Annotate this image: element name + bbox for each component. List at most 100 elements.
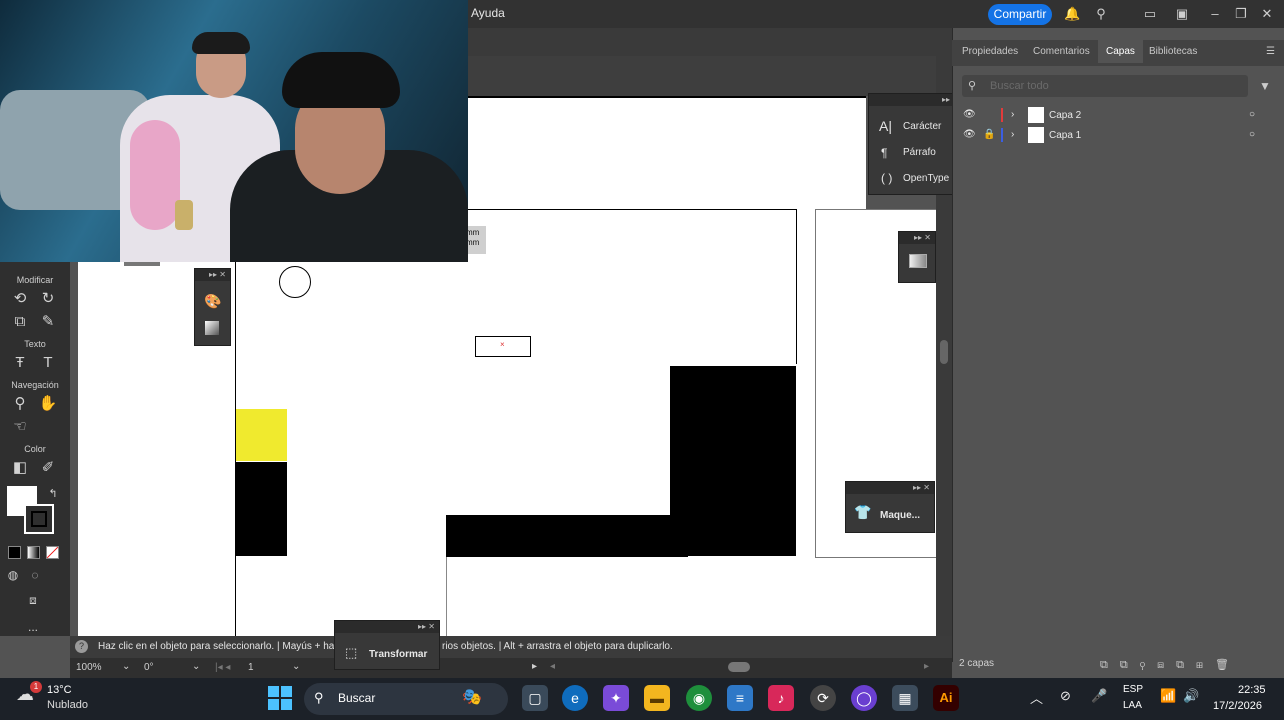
help-icon[interactable]: ? (75, 640, 88, 653)
visibility-icon[interactable]: 👁 (963, 109, 976, 120)
color-mode-icon[interactable] (8, 546, 21, 559)
swatch-icon[interactable] (205, 321, 219, 335)
type-icon[interactable]: T (37, 353, 59, 373)
menu-ayuda[interactable]: Ayuda (471, 6, 505, 20)
black-block-right[interactable] (670, 366, 796, 556)
tab-bibliotecas[interactable]: Bibliotecas (1149, 46, 1197, 57)
microphone-icon[interactable]: 🎤 (1091, 688, 1107, 704)
edge-icon[interactable]: e (562, 685, 588, 711)
notepad-icon[interactable]: ≡ (727, 685, 753, 711)
calculator-icon[interactable]: ▦ (892, 685, 918, 711)
target-icon[interactable]: ○ (1249, 109, 1255, 120)
maqueta-label[interactable]: Maque... (880, 510, 920, 521)
location-off-icon[interactable]: ⊘ (1060, 688, 1071, 704)
artboard-top[interactable] (468, 96, 866, 212)
close-icon[interactable]: ✕ (1259, 6, 1275, 22)
black-rectangle-left[interactable] (236, 462, 287, 556)
restore-icon[interactable]: ❐ (1233, 6, 1249, 22)
assistant-icon[interactable]: ◯ (851, 685, 877, 711)
panel-header[interactable]: ▸▸ ✕ (846, 482, 934, 494)
language-layout[interactable]: LAA (1123, 700, 1142, 711)
folder-icon[interactable]: ▬ (644, 685, 670, 711)
color-mini-panel[interactable]: ▸▸ ✕ 🎨 (194, 268, 231, 346)
tab-propiedades[interactable]: Propiedades (962, 46, 1018, 57)
gradient-mini-panel[interactable]: ▸▸ ✕ (898, 231, 936, 283)
panel-header[interactable]: ▸▸ ✕ (195, 269, 230, 281)
draw-normal-icon[interactable]: ◍ (2, 565, 24, 585)
scroll-left-icon[interactable]: ◂ (550, 661, 555, 672)
none-mode-icon[interactable] (46, 546, 59, 559)
screen-mode-icon[interactable]: ⧈ (22, 590, 44, 610)
shape-builder-icon[interactable]: ⧉ (9, 312, 31, 332)
rotate-view-icon[interactable]: ⟲ (9, 289, 31, 309)
play-icon[interactable]: ▸ (532, 661, 537, 672)
layer-row[interactable]: 👁 🔒 › Capa 1 ○ (955, 126, 1284, 145)
rotation-value[interactable]: 0° (144, 662, 154, 673)
chevron-down-icon[interactable]: ⌄ (122, 661, 130, 672)
weather-desc[interactable]: Nublado (47, 699, 88, 711)
layer-name[interactable]: Capa 2 (1049, 110, 1081, 121)
rotate-hand-icon[interactable]: ☜ (9, 417, 31, 437)
expand-icon[interactable]: › (1011, 129, 1014, 140)
chrome-icon[interactable]: ◉ (686, 685, 712, 711)
first-artboard-icon[interactable]: |◂ ◂ (215, 662, 230, 673)
stroke-swatch[interactable] (24, 504, 54, 534)
zoom-icon[interactable]: ⚲ (9, 394, 31, 414)
bell-icon[interactable]: 🔔 (1064, 6, 1080, 22)
chevron-down-icon[interactable]: ⌄ (292, 661, 300, 672)
arrange-icon[interactable]: ▣ (1174, 6, 1190, 22)
panel-header[interactable]: ▸▸ ✕ (899, 232, 935, 244)
panel-header[interactable]: ▸▸ ✕ (335, 621, 439, 633)
layer-row[interactable]: 👁 › Capa 2 ○ (955, 106, 1284, 125)
pencil-icon[interactable]: ✎ (37, 312, 59, 332)
rotate-icon[interactable]: ↻ (37, 289, 59, 309)
app-icon[interactable]: ⟳ (810, 685, 836, 711)
yellow-rectangle[interactable] (236, 409, 287, 461)
artboard-number[interactable]: 1 (248, 662, 254, 673)
task-view-icon[interactable]: ▢ (522, 685, 548, 711)
character-item[interactable]: Carácter (903, 121, 941, 132)
swap-colors-icon[interactable]: ↰ (42, 484, 64, 504)
volume-icon[interactable]: 🔊 (1183, 688, 1199, 704)
clock-date[interactable]: 17/2/2026 (1213, 700, 1262, 712)
chevron-up-icon[interactable]: ︿ (1030, 688, 1043, 707)
gradient-icon[interactable] (909, 254, 927, 268)
start-button[interactable] (268, 686, 292, 710)
type-panel[interactable]: ▸▸ ✕ A| Carácter ¶ Párrafo ( ) OpenType (868, 93, 964, 195)
weather-temp[interactable]: 13°C (47, 684, 72, 696)
filter-icon[interactable]: ▼ (1259, 79, 1271, 93)
layer-search-field[interactable]: ⚲ Buscar todo (962, 75, 1248, 97)
gradient-tool-icon[interactable]: ◧ (9, 458, 31, 478)
paragraph-item[interactable]: Párrafo (903, 147, 936, 158)
zoom-value[interactable]: 100% (76, 662, 102, 673)
visibility-icon[interactable]: 👁 (963, 129, 976, 140)
target-icon[interactable]: ○ (1249, 129, 1255, 140)
transform-panel[interactable]: ▸▸ ✕ ⬚ Transformar (334, 620, 440, 670)
illustrator-icon[interactable]: Ai (933, 685, 959, 711)
draw-behind-icon[interactable]: ◌ (24, 565, 46, 585)
taskbar-search[interactable]: ⚲ Buscar 🎭 (304, 683, 508, 715)
tab-capas[interactable]: Capas (1098, 40, 1143, 63)
circle-shape[interactable] (279, 266, 311, 298)
transform-label[interactable]: Transformar (369, 649, 427, 660)
panel-header[interactable]: ▸▸ ✕ (869, 94, 963, 106)
opentype-item[interactable]: OpenType (903, 173, 949, 184)
tiktok-icon[interactable]: ♪ (768, 685, 794, 711)
share-button[interactable]: Compartir (988, 4, 1052, 25)
copilot-icon[interactable]: ✦ (603, 685, 629, 711)
language-code[interactable]: ESP (1123, 684, 1143, 695)
minimize-icon[interactable]: – (1207, 6, 1223, 22)
layer-actions[interactable]: ⧉⧉⚲⧈⧉⊞🗑 (1100, 658, 1241, 672)
horizontal-scroll-thumb[interactable] (728, 662, 750, 672)
touch-type-icon[interactable]: Ŧ (9, 353, 31, 373)
black-block-bottom[interactable] (446, 515, 688, 557)
maqueta-panel[interactable]: ▸▸ ✕ 👕 Maque... (845, 481, 935, 533)
search-icon[interactable]: ⚲ (1093, 6, 1109, 22)
lock-icon[interactable]: 🔒 (983, 129, 995, 140)
chevron-down-icon[interactable]: ⌄ (192, 661, 200, 672)
panel-menu-icon[interactable]: ☰ (1266, 46, 1275, 57)
hand-icon[interactable]: ✋ (37, 394, 59, 414)
palette-icon[interactable]: 🎨 (204, 293, 221, 310)
scroll-thumb[interactable] (940, 340, 948, 364)
gradient-mode-icon[interactable] (27, 546, 40, 559)
